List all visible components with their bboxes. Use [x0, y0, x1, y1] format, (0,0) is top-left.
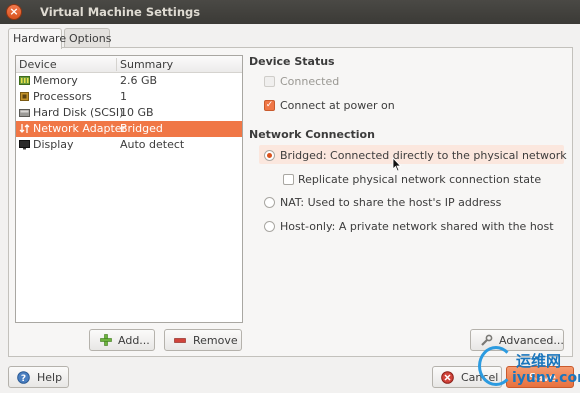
device-name: Processors	[33, 90, 92, 103]
table-row-network-adapter[interactable]: Network Adapter Bridged	[16, 121, 242, 137]
device-summary: Auto detect	[120, 138, 185, 151]
network-adapter-icon	[19, 124, 30, 133]
device-summary: 2.6 GB	[120, 74, 158, 87]
device-summary: 10 GB	[120, 106, 154, 119]
plus-icon	[100, 334, 112, 346]
remove-button-label: Remove	[193, 334, 238, 347]
watermark-line-2: iyunv.com	[512, 370, 580, 386]
nat-label: NAT: Used to share the host's IP address	[280, 196, 502, 209]
tab-options-label: Options	[69, 32, 112, 45]
watermark-line-1: 运维网	[516, 352, 562, 370]
network-connection-heading: Network Connection	[249, 128, 375, 141]
bridged-radio[interactable]	[264, 150, 275, 161]
device-name: Network Adapter	[33, 122, 127, 135]
column-header-summary[interactable]: Summary	[120, 58, 173, 71]
device-name: Memory	[33, 74, 78, 87]
hard-disk-icon	[19, 109, 30, 117]
connected-label: Connected	[280, 75, 340, 88]
mouse-cursor-icon	[392, 157, 402, 172]
processor-icon	[20, 92, 29, 101]
table-row-hard-disk[interactable]: Hard Disk (SCSI) 10 GB	[16, 105, 242, 121]
add-button-label: Add...	[118, 334, 150, 347]
title-bar: × Virtual Machine Settings	[0, 0, 580, 24]
svg-text:?: ?	[21, 374, 26, 384]
connect-at-power-on-label: Connect at power on	[280, 99, 395, 112]
remove-button[interactable]: Remove	[164, 329, 242, 351]
column-separator	[116, 58, 117, 71]
add-button[interactable]: Add...	[89, 329, 155, 351]
cancel-icon	[441, 371, 454, 384]
help-icon: ?	[17, 371, 30, 384]
host-only-label: Host-only: A private network shared with…	[280, 220, 554, 233]
table-row-memory[interactable]: Memory 2.6 GB	[16, 73, 242, 89]
tab-hardware[interactable]: Hardware	[8, 28, 66, 49]
display-icon	[19, 140, 30, 150]
help-button[interactable]: ? Help	[8, 366, 69, 388]
watermark-logo: 运维网 iyunv.com	[474, 346, 580, 390]
minus-icon	[174, 338, 186, 343]
table-header: Device Summary	[16, 56, 242, 73]
table-row-display[interactable]: Display Auto detect	[16, 137, 242, 153]
device-name: Hard Disk (SCSI)	[33, 106, 124, 119]
replicate-state-label: Replicate physical network connection st…	[298, 173, 542, 186]
replicate-state-checkbox[interactable]	[283, 174, 294, 185]
device-summary: Bridged	[120, 122, 163, 135]
table-row-processors[interactable]: Processors 1	[16, 89, 242, 105]
close-window-button[interactable]: ×	[6, 4, 22, 20]
device-summary: 1	[120, 90, 127, 103]
tab-hardware-label: Hardware	[13, 32, 67, 45]
device-status-heading: Device Status	[249, 55, 335, 68]
watermark-ring	[478, 346, 514, 386]
host-only-radio[interactable]	[264, 221, 275, 232]
memory-icon	[19, 76, 30, 85]
bridged-label: Bridged: Connected directly to the physi…	[280, 149, 567, 162]
nat-radio[interactable]	[264, 197, 275, 208]
connect-at-power-on-checkbox[interactable]: ✓	[264, 100, 275, 111]
connected-checkbox[interactable]	[264, 76, 275, 87]
device-name: Display	[33, 138, 74, 151]
help-button-label: Help	[37, 371, 63, 384]
window-title: Virtual Machine Settings	[40, 5, 201, 19]
device-table[interactable]: Device Summary Memory 2.6 GB Processors …	[15, 55, 243, 323]
tab-options[interactable]: Options	[64, 28, 112, 48]
column-header-device[interactable]: Device	[19, 58, 57, 71]
